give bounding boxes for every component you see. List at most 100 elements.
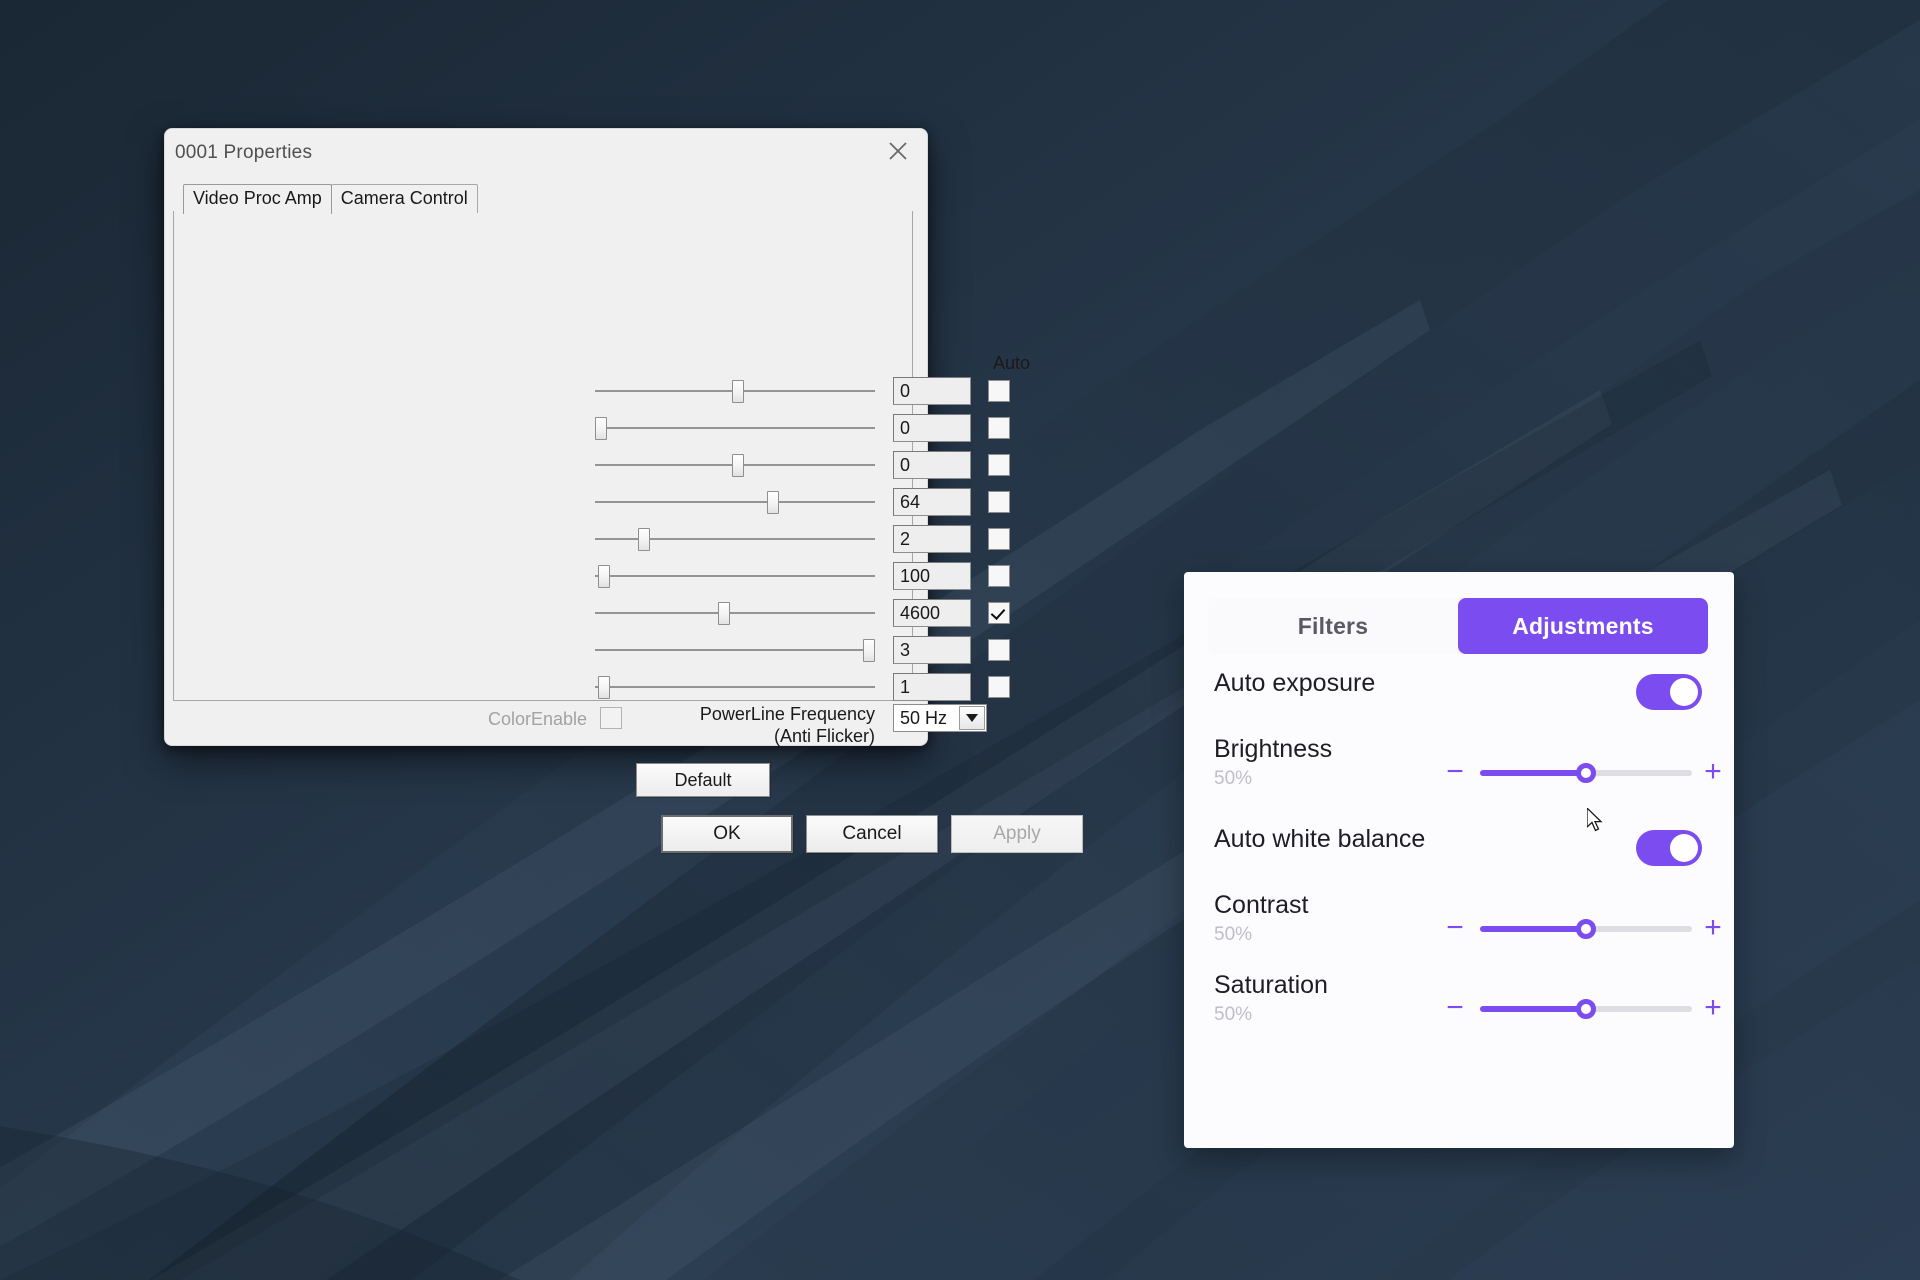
minus-icon[interactable]: − (1442, 756, 1468, 790)
adjustment-toggle[interactable] (1636, 674, 1702, 710)
adjustment-slider-fill (1480, 926, 1586, 932)
close-icon[interactable] (875, 131, 921, 171)
slider-thumb[interactable] (638, 528, 650, 551)
slider-thumb[interactable] (598, 565, 610, 588)
control-slider[interactable] (595, 636, 875, 666)
tab-video-proc-amp[interactable]: Video Proc Amp (183, 184, 332, 214)
control-row: Sharpness2 (165, 525, 1010, 561)
slider-thumb[interactable] (718, 602, 730, 625)
minus-icon[interactable]: − (1442, 992, 1468, 1026)
plus-icon[interactable]: + (1700, 756, 1726, 790)
control-value-input[interactable]: 4600 (893, 599, 971, 627)
slider-track (595, 686, 875, 688)
adjustment-value-label: 50% (1214, 924, 1253, 945)
desktop-background: 0001 Properties Video Proc Amp Camera Co… (0, 0, 1920, 1280)
tab-adjustments[interactable]: Adjustments (1458, 598, 1708, 654)
control-value-input[interactable]: 0 (893, 451, 971, 479)
adjustment-row: Saturation 50% − + (1184, 970, 1734, 1040)
control-slider[interactable] (595, 525, 875, 555)
adjustment-slider-track[interactable] (1480, 919, 1692, 939)
adjustment-value-label: 50% (1214, 768, 1253, 789)
adjustment-label: Contrast (1214, 891, 1309, 919)
default-button[interactable]: Default (636, 763, 770, 797)
auto-checkbox[interactable] (988, 639, 1010, 661)
control-slider[interactable] (595, 414, 875, 444)
slider-thumb[interactable] (732, 454, 744, 477)
auto-checkbox[interactable] (988, 454, 1010, 476)
adjustment-value-label: 50% (1214, 1004, 1253, 1025)
control-value-input[interactable]: 3 (893, 636, 971, 664)
control-row: Contrast0 (165, 414, 1010, 450)
adjustment-toggle[interactable] (1636, 830, 1702, 866)
control-row: Gamma100 (165, 562, 1010, 598)
slider-thumb[interactable] (598, 676, 610, 699)
control-slider[interactable] (595, 599, 875, 629)
adjustment-label-group: Saturation 50% (1214, 970, 1328, 1028)
slider-thumb[interactable] (767, 491, 779, 514)
adjustments-tabstrip: Filters Adjustments (1208, 598, 1708, 654)
control-value-input[interactable]: 0 (893, 414, 971, 442)
control-value-input[interactable]: 100 (893, 562, 971, 590)
tab-filters[interactable]: Filters (1208, 598, 1458, 654)
adjustment-slider: − + (1446, 992, 1722, 1026)
adjustment-label: Auto white balance (1214, 825, 1426, 853)
tab-camera-control-label: Camera Control (340, 188, 468, 208)
auto-checkbox[interactable] (988, 380, 1010, 402)
tab-camera-control[interactable]: Camera Control (330, 184, 478, 213)
auto-checkbox[interactable] (988, 528, 1010, 550)
adjustment-slider-track[interactable] (1480, 763, 1692, 783)
cancel-button[interactable]: Cancel (806, 815, 938, 853)
auto-checkbox[interactable] (988, 676, 1010, 698)
adjustment-label: Brightness (1214, 735, 1333, 763)
colorenable-label: ColorEnable (488, 709, 588, 729)
adjustment-label: Auto exposure (1214, 669, 1376, 697)
control-slider[interactable] (595, 673, 875, 703)
adjustment-row: Contrast 50% − + (1184, 890, 1734, 960)
ok-button[interactable]: OK (661, 815, 793, 853)
auto-checkbox[interactable] (988, 565, 1010, 587)
minus-icon[interactable]: − (1442, 912, 1468, 946)
slider-track (595, 427, 875, 429)
dialog-title: 0001 Properties (175, 142, 313, 163)
adjustment-row: Brightness 50% − + (1184, 734, 1734, 804)
control-value-input[interactable]: 2 (893, 525, 971, 553)
control-slider[interactable] (595, 488, 875, 518)
auto-checkbox[interactable] (988, 417, 1010, 439)
control-value-input[interactable]: 64 (893, 488, 971, 516)
control-slider[interactable] (595, 451, 875, 481)
powerline-frequency-select[interactable]: 50 Hz (893, 704, 987, 732)
control-slider[interactable] (595, 377, 875, 407)
adjustment-slider-thumb[interactable] (1576, 763, 1596, 783)
plus-icon[interactable]: + (1700, 992, 1726, 1026)
adjustment-row: Auto exposure (1184, 668, 1734, 738)
dialog-titlebar: 0001 Properties (165, 129, 927, 177)
control-value-input[interactable]: 0 (893, 377, 971, 405)
slider-track (595, 612, 875, 614)
adjustment-slider-track[interactable] (1480, 999, 1692, 1019)
adjustment-slider-thumb[interactable] (1576, 919, 1596, 939)
slider-track (595, 501, 875, 503)
auto-checkbox[interactable] (988, 491, 1010, 513)
tab-video-proc-amp-label: Video Proc Amp (193, 188, 322, 208)
adjustment-label-group: Auto exposure (1214, 668, 1375, 698)
adjustment-slider-fill (1480, 770, 1586, 776)
powerline-label-line2: (Anti Flicker) (773, 726, 875, 746)
control-slider[interactable] (595, 562, 875, 592)
adjustment-slider-thumb[interactable] (1576, 999, 1596, 1019)
slider-thumb[interactable] (863, 639, 875, 662)
apply-button[interactable]: Apply (951, 815, 1083, 853)
control-row: Backlight Comp3 (165, 636, 1010, 672)
video-properties-dialog: 0001 Properties Video Proc Amp Camera Co… (164, 128, 1083, 853)
adjustment-label-group: Auto white balance (1214, 824, 1425, 854)
slider-track (595, 649, 875, 651)
adjustment-label: Saturation (1214, 971, 1328, 999)
plus-icon[interactable]: + (1700, 912, 1726, 946)
auto-checkbox[interactable] (988, 602, 1010, 624)
control-row: Saturation64 (165, 488, 1010, 524)
control-value-input[interactable]: 1 (893, 673, 971, 701)
slider-track (595, 538, 875, 540)
slider-thumb[interactable] (732, 380, 744, 403)
slider-track (595, 575, 875, 577)
slider-thumb[interactable] (595, 417, 607, 440)
powerline-selected-value: 50 Hz (900, 707, 948, 728)
